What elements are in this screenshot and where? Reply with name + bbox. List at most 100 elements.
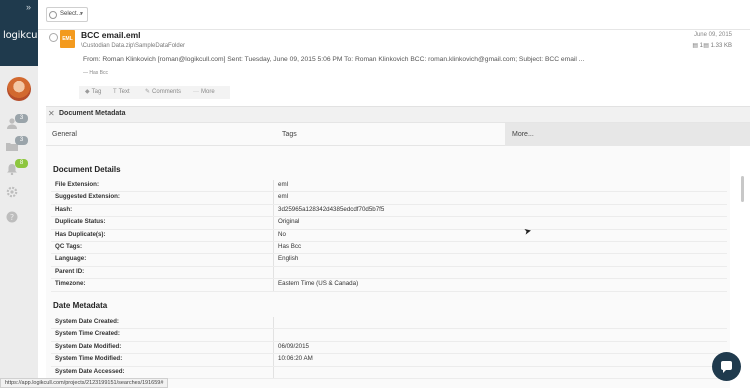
column-divider xyxy=(273,204,274,217)
metadata-label: System Date Modified: xyxy=(55,342,122,350)
metadata-value: Has Bcc xyxy=(278,242,302,250)
tab-general[interactable]: General xyxy=(46,123,274,146)
document-select-radio[interactable] xyxy=(49,33,58,42)
column-divider xyxy=(273,180,274,192)
expand-sidebar-icon[interactable]: » xyxy=(26,2,31,12)
metadata-row: Parent ID: xyxy=(51,266,727,280)
column-divider xyxy=(273,192,274,204)
column-divider xyxy=(273,366,274,378)
file-size-value: 1.33 KB xyxy=(710,43,732,49)
scrollbar-thumb[interactable] xyxy=(741,176,744,202)
metadata-label: Has Duplicate(s): xyxy=(55,230,106,238)
comment-icon: ✎ xyxy=(145,89,151,95)
document-details-heading: Document Details xyxy=(53,165,121,174)
metadata-value: No xyxy=(278,230,286,238)
metadata-label: System Date Accessed: xyxy=(55,367,125,375)
document-tag: — Has Bcc xyxy=(83,70,108,76)
metadata-row: Has Duplicate(s): No xyxy=(51,229,727,242)
metadata-value: 3d25965a128342d4385edcdf70d5b7f5 xyxy=(278,205,385,213)
chevron-down-icon: ▼ xyxy=(79,11,84,17)
metadata-value: eml xyxy=(278,193,288,201)
column-divider xyxy=(273,217,274,229)
column-divider xyxy=(273,279,274,291)
document-actions: ◆ Tag T Text ✎ Comments ··· More xyxy=(79,86,230,99)
users-badge: 3 xyxy=(15,114,28,123)
document-row: EML BCC email.eml \Custodian Data.zip\Sa… xyxy=(38,30,750,106)
svg-text:?: ? xyxy=(10,213,14,222)
metadata-label: Parent ID: xyxy=(55,267,85,275)
scrollbar[interactable] xyxy=(740,36,746,388)
metadata-row: QC Tags: Has Bcc xyxy=(51,241,727,255)
gear-icon[interactable] xyxy=(6,186,18,198)
chat-icon xyxy=(721,361,732,373)
folder-badge: 3 xyxy=(15,136,28,145)
document-pages: ▤ 1 xyxy=(692,42,703,49)
document-title[interactable]: BCC email.eml xyxy=(81,30,141,40)
mouse-cursor-icon: ➤ xyxy=(522,225,533,237)
tag-icon: ◆ xyxy=(85,89,90,95)
metadata-label: Hash: xyxy=(55,205,73,213)
metadata-label: QC Tags: xyxy=(55,242,83,250)
status-url: https://app.logikcull.com/projects/21231… xyxy=(0,378,169,388)
column-divider xyxy=(273,254,274,266)
date-metadata-table: System Date Created: System Time Created:… xyxy=(51,317,727,379)
metadata-row: System Time Created: xyxy=(51,329,727,342)
tag-dash-icon: — xyxy=(83,70,88,76)
column-divider xyxy=(273,354,274,366)
metadata-row: File Extension: eml xyxy=(51,180,727,193)
brand-bar: » logikcull xyxy=(0,0,43,66)
text-icon: T xyxy=(113,89,117,95)
metadata-row: Suggested Extension: eml xyxy=(51,192,727,205)
avatar[interactable] xyxy=(7,77,31,101)
metadata-label: System Time Modified: xyxy=(55,355,123,363)
metadata-value: Eastern Time (US & Canada) xyxy=(278,280,359,288)
metadata-value: Original xyxy=(278,218,300,226)
column-divider xyxy=(273,341,274,354)
tab-more[interactable]: More... xyxy=(505,123,750,146)
text-button[interactable]: T Text xyxy=(113,86,130,99)
metadata-value: 06/09/2015 xyxy=(278,342,309,350)
metadata-value: English xyxy=(278,255,299,263)
bell-badge: 8 xyxy=(15,159,28,168)
metadata-panel-header: ✕ Document Metadata xyxy=(46,106,750,122)
document-path: \Custodian Data.zip\SampleDataFolder xyxy=(81,43,186,49)
chat-button[interactable] xyxy=(712,352,741,381)
file-size-icon: ▤ xyxy=(703,43,709,49)
metadata-label: Language: xyxy=(55,255,87,263)
date-metadata-heading: Date Metadata xyxy=(53,301,108,310)
app-window: » logikcull 3 3 8 ? Select... ▼ EML BCC … xyxy=(0,0,750,388)
column-divider xyxy=(273,241,274,254)
document-details-table: File Extension: eml Suggested Extension: em… xyxy=(51,180,727,292)
metadata-tabs: General Tags More... xyxy=(46,122,750,146)
metadata-value: eml xyxy=(278,181,288,188)
help-icon[interactable]: ? xyxy=(6,211,18,223)
comments-button[interactable]: ✎ Comments xyxy=(145,86,181,99)
metadata-row: System Date Created: xyxy=(51,317,727,330)
logo[interactable]: logikcull xyxy=(3,30,43,41)
document-tag-label: Has Bcc xyxy=(89,70,109,76)
left-sidebar: » logikcull 3 3 8 ? xyxy=(0,0,43,388)
metadata-panel-title: Document Metadata xyxy=(59,110,126,117)
tag-button[interactable]: ◆ Tag xyxy=(85,86,101,99)
metadata-label: System Time Created: xyxy=(55,330,120,338)
tab-tags[interactable]: Tags xyxy=(274,123,504,146)
more-icon: ··· xyxy=(193,89,199,95)
document-summary: From: Roman Klinkovich [roman@logikcull.… xyxy=(83,56,585,63)
metadata-label: File Extension: xyxy=(55,181,100,188)
page-icon: ▤ xyxy=(692,43,698,49)
column-divider xyxy=(273,317,274,329)
metadata-value: 10:06:20 AM xyxy=(278,355,313,363)
column-divider xyxy=(273,329,274,341)
metadata-row: Timezone: Eastern Time (US & Canada) xyxy=(51,279,727,292)
metadata-row: Duplicate Status: Original xyxy=(51,217,727,230)
select-all-radio[interactable] xyxy=(49,11,57,19)
metadata-label: Timezone: xyxy=(55,280,86,288)
column-divider xyxy=(273,266,274,279)
column-divider xyxy=(273,229,274,241)
more-button[interactable]: ··· More xyxy=(193,86,215,99)
close-icon[interactable]: ✕ xyxy=(48,109,55,118)
metadata-label: Duplicate Status: xyxy=(55,218,106,226)
select-dropdown[interactable]: Select... ▼ xyxy=(46,7,88,22)
eml-file-icon: EML xyxy=(60,30,75,48)
top-toolbar: Select... ▼ xyxy=(38,0,750,30)
